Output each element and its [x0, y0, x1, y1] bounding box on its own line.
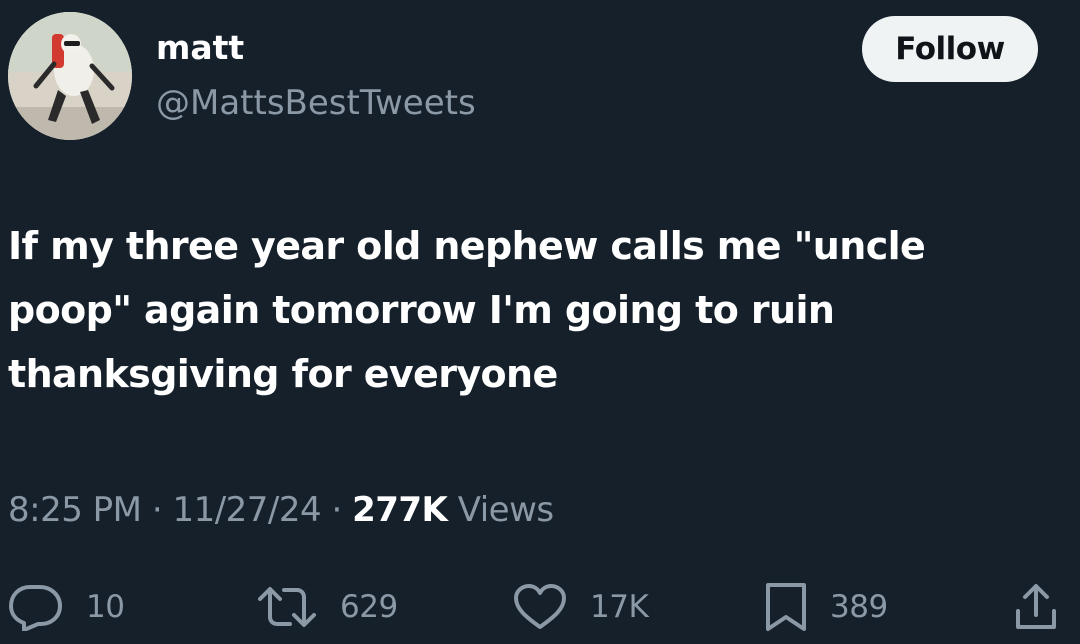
views-count: 277K	[352, 490, 448, 530]
tweet-time[interactable]: 8:25 PM	[8, 490, 142, 530]
retweet-button[interactable]: 629	[256, 580, 398, 634]
tweet-text: If my three year old nephew calls me "un…	[8, 224, 926, 396]
reply-icon	[9, 585, 62, 631]
meta-separator: ·	[331, 490, 342, 530]
heart-icon	[514, 584, 566, 629]
share-button[interactable]	[1014, 580, 1058, 634]
meta-separator: ·	[151, 490, 163, 530]
bookmark-button[interactable]: 389	[764, 580, 888, 634]
retweet-icon	[258, 587, 316, 627]
bookmark-count: 389	[830, 589, 888, 625]
bookmark-icon	[766, 583, 806, 631]
reply-button[interactable]: 10	[8, 580, 125, 634]
retweet-count: 629	[340, 589, 398, 625]
display-name[interactable]: matt	[156, 26, 244, 70]
like-count: 17K	[590, 589, 649, 625]
avatar-photo-icon	[8, 12, 132, 140]
tweet-date[interactable]: 11/27/24	[172, 490, 321, 530]
tweet-meta: 8:25 PM · 11/27/24 · 277K Views	[8, 486, 554, 534]
user-handle[interactable]: @MattsBestTweets	[156, 80, 476, 126]
follow-button[interactable]: Follow	[862, 16, 1038, 82]
avatar[interactable]	[8, 12, 132, 140]
reply-count: 10	[86, 589, 125, 625]
views-label: Views	[457, 490, 554, 530]
share-icon	[1016, 584, 1056, 629]
like-button[interactable]: 17K	[512, 580, 649, 634]
